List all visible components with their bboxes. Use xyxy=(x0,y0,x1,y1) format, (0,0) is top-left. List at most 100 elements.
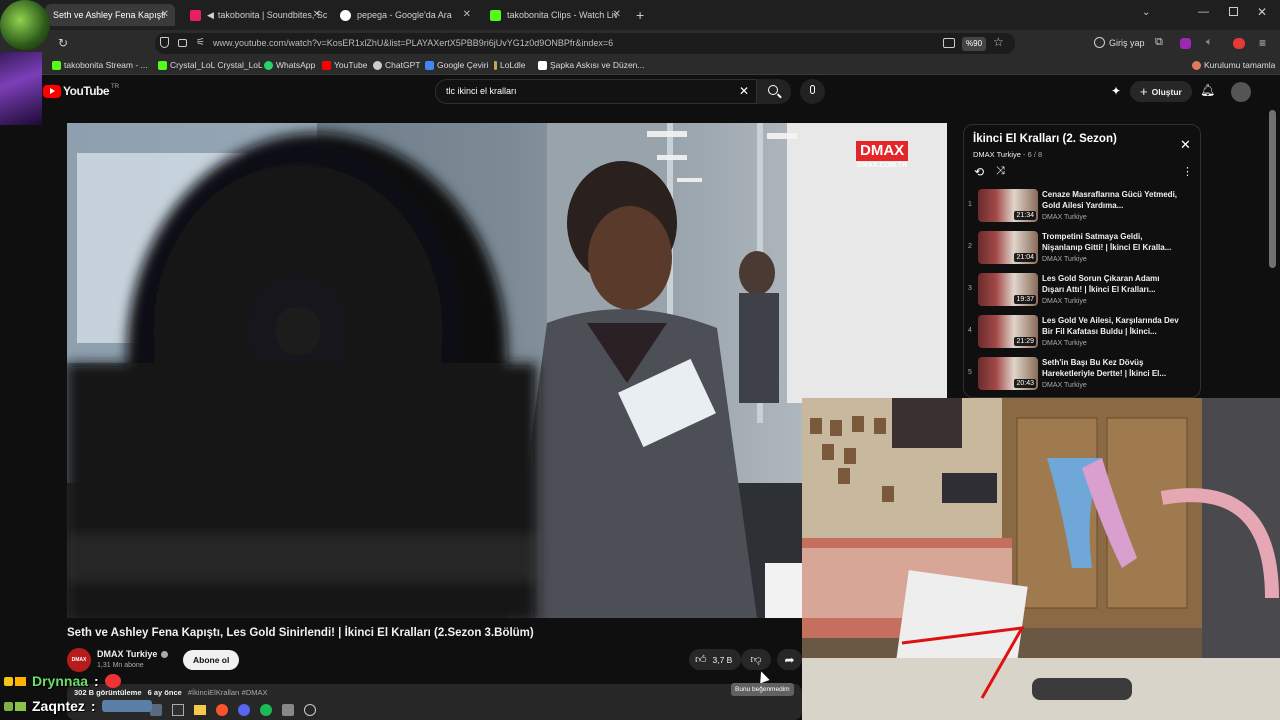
bookmark-item[interactable]: takobonita Stream - ... xyxy=(52,60,148,70)
bookmark-label: Crystal_LoL Crystal_LoL xyxy=(170,60,263,70)
plus-icon: + xyxy=(1140,84,1148,99)
tab-title: takobonita Clips - Watch Live o xyxy=(507,10,617,20)
playlist-item[interactable]: 4 21:29 Les Gold Ve Ailesi, Karşılarında… xyxy=(964,313,1200,353)
close-tab-icon[interactable]: ✕ xyxy=(463,9,471,20)
bookmark-item[interactable]: Şapka Askısı ve Düzen... xyxy=(538,60,645,70)
streamer-overlay-image xyxy=(0,52,42,125)
playlist-more-icon[interactable]: ⋮ xyxy=(1182,165,1193,178)
streamer-avatar xyxy=(0,0,50,50)
playlist-item-title: Seth'in Başı Bu Kez Dövüş Hareketleriyle… xyxy=(1042,358,1167,378)
youtube-logo[interactable]: YouTube TR xyxy=(43,84,119,98)
like-count: 3,7 B xyxy=(712,654,733,665)
user-icon xyxy=(1094,37,1105,48)
reload-icon[interactable]: ↻ xyxy=(58,36,68,50)
playlist-item[interactable]: 2 21:04 Trompetini Satmaya Geldi, Nişanl… xyxy=(964,229,1200,269)
playlist-item-number: 1 xyxy=(968,201,972,208)
bookmark-label: takobonita Stream - ... xyxy=(64,60,148,70)
lock-icon[interactable] xyxy=(178,39,187,47)
create-button[interactable]: + Oluştur xyxy=(1130,81,1192,102)
new-tab-button[interactable]: + xyxy=(636,7,644,23)
taskbar-app-icon[interactable] xyxy=(150,704,162,716)
bookmark-item[interactable]: WhatsApp xyxy=(264,60,315,70)
tab-search-button[interactable]: ⌄ xyxy=(1142,7,1150,18)
profile-label: Giriş yap xyxy=(1109,37,1145,48)
bookmark-label: Şapka Askısı ve Düzen... xyxy=(550,60,645,70)
profile-button[interactable]: Giriş yap xyxy=(1094,37,1145,48)
share-button[interactable]: ➦ xyxy=(777,649,802,670)
reader-icon[interactable] xyxy=(943,38,955,48)
extensions-icon[interactable]: ⧉ xyxy=(1155,36,1163,49)
subscribe-button[interactable]: Abone ol xyxy=(183,650,240,670)
shuffle-icon[interactable]: ⤨ xyxy=(996,165,1005,178)
voice-search-button[interactable] xyxy=(800,79,825,104)
loop-icon[interactable]: ⟲ xyxy=(974,165,984,179)
bookmark-item[interactable]: Google Çeviri xyxy=(425,60,489,70)
country-code: TR xyxy=(111,84,120,90)
address-bar[interactable]: www.youtube.com/watch?v=KosER1xlZhU&list… xyxy=(155,33,1015,54)
playlist-item[interactable]: 3 19:37 Les Gold Sorun Çıkaran Adamı Dış… xyxy=(964,271,1200,311)
playlist-item-number: 2 xyxy=(968,243,972,250)
taskbar-app-icon[interactable] xyxy=(172,704,184,716)
taskbar-browser-icon[interactable] xyxy=(216,704,228,716)
badge-icon xyxy=(4,701,13,711)
search-button[interactable] xyxy=(757,79,791,104)
tab-soundbites[interactable]: ◀ takobonita | Soundbites, Sc ✕ xyxy=(182,4,327,26)
playlist-item[interactable]: 1 21:34 Cenaze Masraflarına Gücü Yetmedi… xyxy=(964,187,1200,227)
tab-google[interactable]: pepega - Google'da Ara ✕ xyxy=(332,4,477,26)
bookmark-label: WhatsApp xyxy=(276,60,316,70)
volume-icon[interactable]: 🔈︎ xyxy=(1206,36,1213,49)
site-settings-icon[interactable]: ⚟ xyxy=(196,37,205,48)
dislike-button[interactable]: 👎︎ xyxy=(741,649,771,670)
playlist-item[interactable]: 5 20:43 Seth'in Başı Bu Kez Dövüş Hareke… xyxy=(964,355,1200,395)
taskbar-discord-icon[interactable] xyxy=(238,704,250,716)
taskbar xyxy=(150,701,316,719)
playlist-item-channel: DMAX Turkiye xyxy=(1042,340,1087,347)
playlist-title[interactable]: İkinci El Kralları (2. Sezon) xyxy=(973,133,1117,145)
menu-icon[interactable]: ≡ xyxy=(1259,36,1266,50)
taskbar-app-icon[interactable] xyxy=(282,704,294,716)
upload-age: 6 ay önce xyxy=(147,688,182,697)
taskbar-app-icon[interactable] xyxy=(304,704,316,716)
channel-avatar[interactable]: DMAX xyxy=(67,648,91,672)
extension-purple-icon[interactable] xyxy=(1180,38,1191,49)
bookmark-item[interactable]: YouTube xyxy=(322,60,367,70)
crown-icon xyxy=(15,676,26,686)
shield-icon[interactable] xyxy=(160,37,169,48)
bookmark-item[interactable]: Crystal_LoL Crystal_LoL xyxy=(158,60,263,70)
dislike-tooltip: Bunu beğenmedim xyxy=(731,683,794,696)
bookmark-item[interactable]: ChatGPT xyxy=(373,60,420,70)
close-tab-icon[interactable]: ✕ xyxy=(313,9,321,20)
bookmark-item[interactable]: Kurulumu tamamla xyxy=(1192,60,1275,70)
close-playlist-icon[interactable]: ✕ xyxy=(1180,137,1191,153)
chat-separator: : xyxy=(94,673,99,689)
zoom-badge[interactable]: %90 xyxy=(962,37,987,51)
description-meta: 302 B görüntüleme 6 ay önce #İkinciElKra… xyxy=(74,688,268,697)
taskbar-folder-icon[interactable] xyxy=(194,705,206,715)
close-tab-icon[interactable]: ✕ xyxy=(161,9,169,20)
minimize-button[interactable]: — xyxy=(1198,6,1209,18)
search-input[interactable]: tlc ikinci el kralları xyxy=(435,79,757,104)
adblock-icon[interactable] xyxy=(1233,38,1245,49)
bookmark-item[interactable]: LoLdle xyxy=(494,60,526,70)
bookmark-star-icon[interactable]: ☆ xyxy=(993,35,1004,49)
clear-search-icon[interactable]: ✕ xyxy=(739,84,749,98)
taskbar-spotify-icon[interactable] xyxy=(260,704,272,716)
page-scrollbar[interactable] xyxy=(1269,110,1276,268)
cast-extension-icon[interactable]: ✦ xyxy=(1111,84,1121,98)
channel-name[interactable]: DMAX Turkiye xyxy=(97,649,169,659)
tab-kick-clips[interactable]: takobonita Clips - Watch Live o ✕ xyxy=(482,4,627,26)
tab-youtube-video[interactable]: Seth ve Ashley Fena Kapıştı, Les ✕ xyxy=(45,4,175,26)
description-tags[interactable]: #İkinciElKralları #DMAX xyxy=(188,688,268,697)
zoom-level: %90 xyxy=(966,39,983,48)
loldle-icon xyxy=(494,60,497,70)
playlist-channel[interactable]: DMAX Turkiye xyxy=(973,150,1021,159)
like-button[interactable]: 👍︎ 3,7 B xyxy=(689,649,741,670)
chat-separator: : xyxy=(90,698,96,714)
maximize-button[interactable] xyxy=(1229,7,1238,16)
close-tab-icon[interactable]: ✕ xyxy=(613,9,621,20)
close-window-button[interactable]: ✕ xyxy=(1257,5,1267,19)
tab-title: pepega - Google'da Ara xyxy=(357,10,452,20)
kick-icon xyxy=(490,9,501,21)
account-avatar[interactable] xyxy=(1231,82,1251,102)
notifications-bell-icon[interactable]: 🔔︎ xyxy=(1200,83,1215,97)
